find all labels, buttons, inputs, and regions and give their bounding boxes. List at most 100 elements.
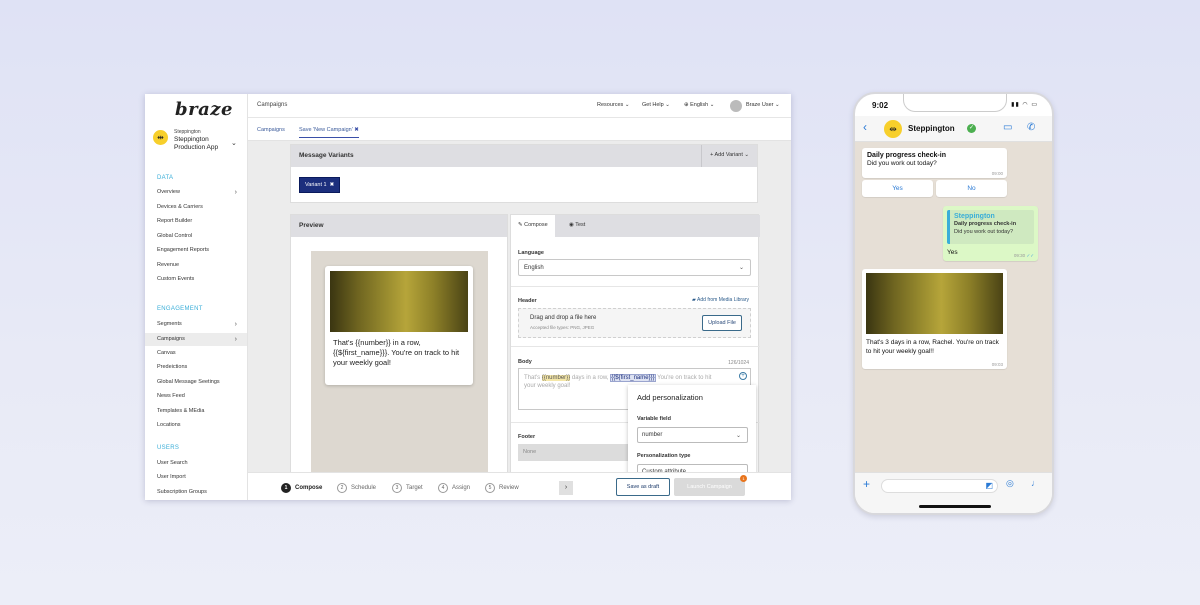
sidebar-item-global-control[interactable]: Global Control <box>157 233 247 239</box>
sticker-icon[interactable]: ◩ <box>985 481 993 490</box>
contact-avatar[interactable]: ⇹ <box>884 120 902 138</box>
avatar[interactable] <box>730 100 742 112</box>
message-text: Did you work out today? <box>867 160 937 167</box>
save-draft-button[interactable]: Save as draft <box>616 478 670 496</box>
image-message-time: 09:03 <box>991 362 1003 367</box>
workout-image <box>330 271 468 332</box>
variant-chip[interactable]: Variant 1 ✖ <box>299 177 341 193</box>
add-variant-button[interactable]: + Add Variant ⌄ <box>701 145 757 167</box>
sidebar-item-custom-events[interactable]: Custom Events <box>157 276 247 282</box>
phone-call-icon[interactable]: ✆ <box>1027 122 1035 133</box>
next-step-button[interactable]: › <box>559 481 573 495</box>
reply-time: 09:30 ✓✓ <box>1013 253 1034 258</box>
chevron-down-icon: ⌄ <box>665 102 670 108</box>
resources-menu[interactable]: Resources ⌄ <box>597 102 629 108</box>
token-number[interactable]: {{number}} <box>541 375 571 381</box>
sidebar-item-report-builder[interactable]: Report Builder <box>157 218 247 224</box>
read-ticks-icon: ✓✓ <box>1026 253 1034 258</box>
preview-message-card: That's {{number}} in a row, {{${first_na… <box>325 266 473 385</box>
braze-logo[interactable]: braze <box>175 99 233 120</box>
dropzone-title: Drag and drop a file here <box>530 315 597 321</box>
variable-field-label: Variable field <box>637 416 671 422</box>
token-first-name[interactable]: {{${first_name}}} <box>610 374 656 382</box>
home-indicator <box>919 505 991 508</box>
footer-input[interactable]: None <box>518 444 630 461</box>
step-schedule[interactable]: 2 Schedule <box>337 483 376 493</box>
sidebar-item-user-search[interactable]: User Search <box>157 460 247 466</box>
tab-compose[interactable]: ✎ Compose <box>511 215 555 237</box>
step-target[interactable]: 3 Target <box>392 483 423 493</box>
message-variants-panel: Message Variants + Add Variant ⌄ Variant… <box>290 144 758 203</box>
main-content: Message Variants + Add Variant ⌄ Variant… <box>248 141 791 477</box>
braze-app-window: braze ⇹ Steppington Steppington Producti… <box>145 94 791 500</box>
language-menu[interactable]: ⊕ English ⌄ <box>684 102 714 108</box>
sidebar-item-canvas[interactable]: Canvas <box>157 350 247 356</box>
tab-test[interactable]: ◉ Test <box>562 215 592 237</box>
sidebar-item-campaigns[interactable]: Campaigns › <box>145 333 247 346</box>
launch-warning-badge: 1 <box>740 475 747 482</box>
variable-field-select[interactable]: number ⌄ <box>637 427 748 443</box>
phone-notch <box>903 94 1007 112</box>
status-icons: ▮▮ ◠ ▭ <box>1011 102 1038 108</box>
campaign-steps-bar: 1 Compose 2 Schedule 3 Target 4 Assign 5 Revi… <box>248 472 791 500</box>
file-dropzone[interactable]: Drag and drop a file here Accepted file … <box>518 308 751 338</box>
sidebar-item-templates[interactable]: Templates & MEdia <box>157 408 247 414</box>
message-title: Daily progress check-in <box>867 152 946 159</box>
sidebar-item-devices[interactable]: Devices & Carriers <box>157 204 247 210</box>
org-sub-label: Steppington <box>174 129 201 135</box>
sidebar-item-news-feed[interactable]: News Feed <box>157 393 247 399</box>
quick-reply-no[interactable]: No <box>936 180 1007 197</box>
plus-icon[interactable]: + <box>863 477 870 491</box>
close-icon[interactable]: ✖ <box>354 127 359 133</box>
sidebar-item-locations[interactable]: Locations <box>157 422 247 428</box>
preview-panel: Preview That's {{number}} in a row, {{${… <box>290 214 508 475</box>
sidebar-item-user-import[interactable]: User Import <box>157 474 247 480</box>
upload-file-button[interactable]: Upload File <box>702 315 742 331</box>
step-review[interactable]: 5 Review <box>485 483 519 493</box>
user-menu[interactable]: Braze User ⌄ <box>746 102 780 108</box>
sidebar-item-predictions[interactable]: Predeictions <box>157 364 247 370</box>
add-personalization-icon[interactable]: + <box>739 372 747 380</box>
step-assign[interactable]: 4 Assign <box>438 483 470 493</box>
sidebar-item-engagement-reports[interactable]: Engagement Reports <box>157 247 247 253</box>
compose-tabs: ✎ Compose ◉ Test <box>511 215 760 237</box>
close-icon[interactable]: ✖ <box>330 182 335 188</box>
popover-title: Add personalization <box>637 393 703 402</box>
sidebar-item-global-message-settings[interactable]: Global Message Seetings <box>157 379 247 385</box>
tab-campaigns[interactable]: Campaigns <box>257 127 285 133</box>
preview-title: Preview <box>291 215 507 237</box>
chevron-right-icon: › <box>234 189 237 196</box>
back-icon[interactable]: ‹ <box>863 120 867 134</box>
media-library-link[interactable]: ▰ Add from Media Library <box>692 297 749 303</box>
incoming-message: Daily progress check-in Did you work out… <box>862 148 1007 178</box>
sidebar-item-revenue[interactable]: Revenue <box>157 262 247 268</box>
quick-reply-yes[interactable]: Yes <box>862 180 933 197</box>
help-menu[interactable]: Get Help ⌄ <box>642 102 670 108</box>
microphone-icon[interactable]: ♩ <box>1031 478 1040 488</box>
contact-name[interactable]: Steppington <box>908 124 955 133</box>
chevron-down-icon: ⌄ <box>738 265 744 271</box>
section-data: DATA <box>157 175 174 181</box>
incoming-image-message: That's 3 days in a row, Rachel. You're o… <box>862 269 1007 369</box>
chevron-down-icon: ⌄ <box>624 102 630 108</box>
folder-icon: ▰ <box>692 297 696 303</box>
tab-new-campaign[interactable]: Save 'New Campaign' ✖ <box>299 127 359 138</box>
pencil-icon: ✎ <box>518 222 523 228</box>
camera-icon[interactable]: ◎ <box>1006 478 1014 489</box>
header-label: Header <box>518 298 537 304</box>
language-select[interactable]: English ⌄ <box>518 259 751 276</box>
message-input[interactable]: ◩ <box>881 479 998 493</box>
breadcrumb[interactable]: Campaigns <box>257 102 287 108</box>
workout-image <box>866 273 1003 334</box>
status-time: 9:02 <box>872 101 889 110</box>
video-call-icon[interactable]: ▭ <box>1003 122 1012 133</box>
dropzone-subtitle: Accepted file types: PNG, JPEG <box>530 325 595 330</box>
plus-icon: + <box>710 152 714 158</box>
sidebar-item-subscription-groups[interactable]: Subscription Groups <box>157 489 247 495</box>
preview-phone: That's {{number}} in a row, {{${first_na… <box>311 251 488 475</box>
sidebar-item-segments[interactable]: Segments › <box>157 321 247 328</box>
sidebar-item-overview[interactable]: Overview › <box>157 189 247 196</box>
launch-campaign-button[interactable]: Launch Campaign <box>674 478 745 496</box>
step-compose[interactable]: 1 Compose <box>281 483 322 493</box>
globe-icon: ⊕ <box>684 102 689 108</box>
